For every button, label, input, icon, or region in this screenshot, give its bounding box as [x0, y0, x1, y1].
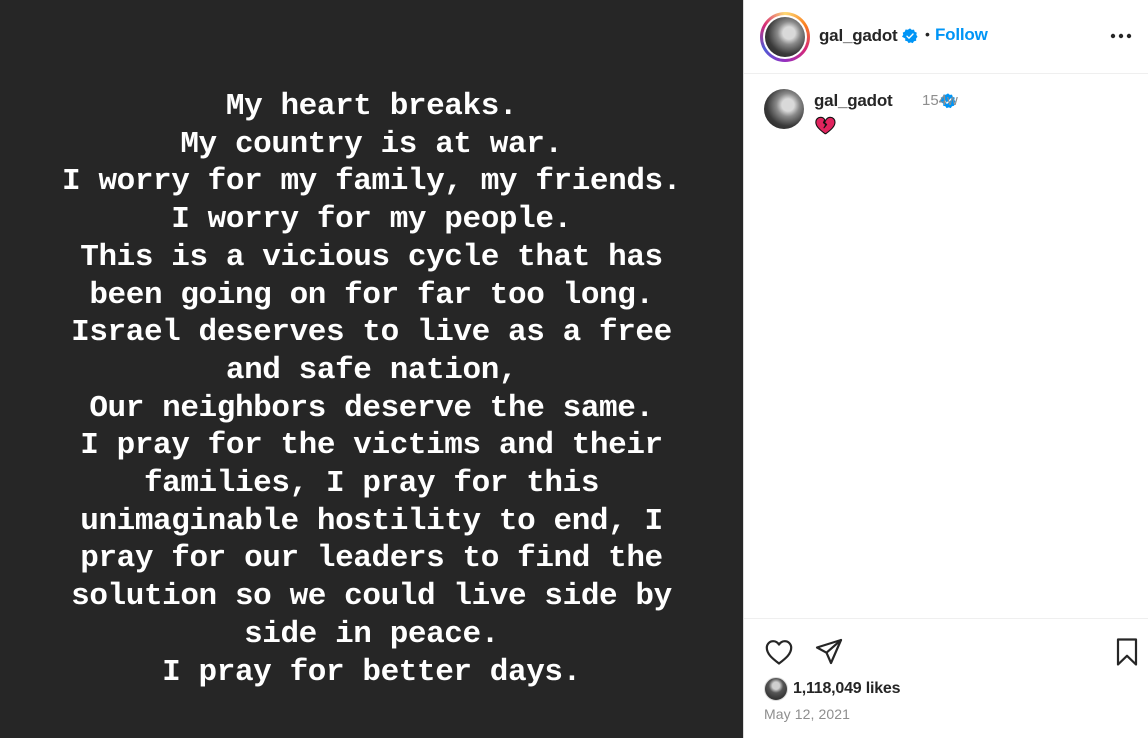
post-text-line: I pray for the victims and their [80, 428, 663, 464]
liker-avatar[interactable] [764, 677, 788, 701]
post-text-line: Israel deserves to live as a free [71, 315, 672, 351]
post-text: My heart breaks. My country is at war. I… [0, 88, 743, 691]
post-text-line: and safe nation, [225, 352, 518, 388]
post-text-line: My country is at war. [180, 126, 563, 162]
post-actions: 1,118,049 likes May 12, 2021 [744, 618, 1148, 738]
bookmark-icon[interactable] [1114, 637, 1140, 667]
post-sidebar: gal_gadot • Follow gal_gadot 154w 1,118,… [743, 0, 1148, 738]
paper-plane-icon[interactable] [814, 637, 844, 667]
post-text-line: been going on for far too long. [89, 277, 654, 313]
header-username[interactable]: gal_gadot [819, 26, 898, 46]
more-options-icon[interactable] [1106, 24, 1136, 48]
post-timestamp[interactable]: 154w [922, 92, 958, 109]
post-text-line: side in peace. [244, 616, 499, 652]
post-text-line: families, I pray for this [143, 466, 600, 502]
post-text-line: unimaginable hostility to end, I [80, 503, 663, 539]
broken-heart-icon [815, 116, 836, 135]
heart-outline-icon[interactable] [764, 637, 794, 667]
post-text-line: Our neighbors deserve the same. [89, 390, 654, 426]
post-header: gal_gadot • Follow [744, 0, 1148, 74]
post-date[interactable]: May 12, 2021 [764, 706, 850, 722]
likes-count[interactable]: 1,118,049 likes [793, 680, 901, 698]
post-viewer: My heart breaks. My country is at war. I… [0, 0, 1148, 738]
header-separator: • [925, 26, 930, 42]
post-text-line: My heart breaks. [225, 89, 518, 124]
avatar [765, 17, 805, 57]
post-text-line: I worry for my family, my friends. [62, 164, 681, 200]
post-text-line: This is a vicious cycle that has [80, 239, 663, 275]
post-text-line: solution so we could live side by [71, 579, 672, 615]
caption-avatar[interactable] [764, 89, 804, 129]
story-avatar[interactable] [760, 12, 810, 62]
follow-button[interactable]: Follow [935, 25, 988, 45]
verified-badge-icon [902, 28, 918, 44]
post-text-line: I pray for better days. [162, 654, 581, 690]
post-text-line: pray for our leaders to find the [80, 541, 663, 577]
post-media[interactable]: My heart breaks. My country is at war. I… [0, 0, 743, 738]
post-text-line: I worry for my people. [171, 202, 572, 238]
caption-username[interactable]: gal_gadot [814, 91, 893, 111]
